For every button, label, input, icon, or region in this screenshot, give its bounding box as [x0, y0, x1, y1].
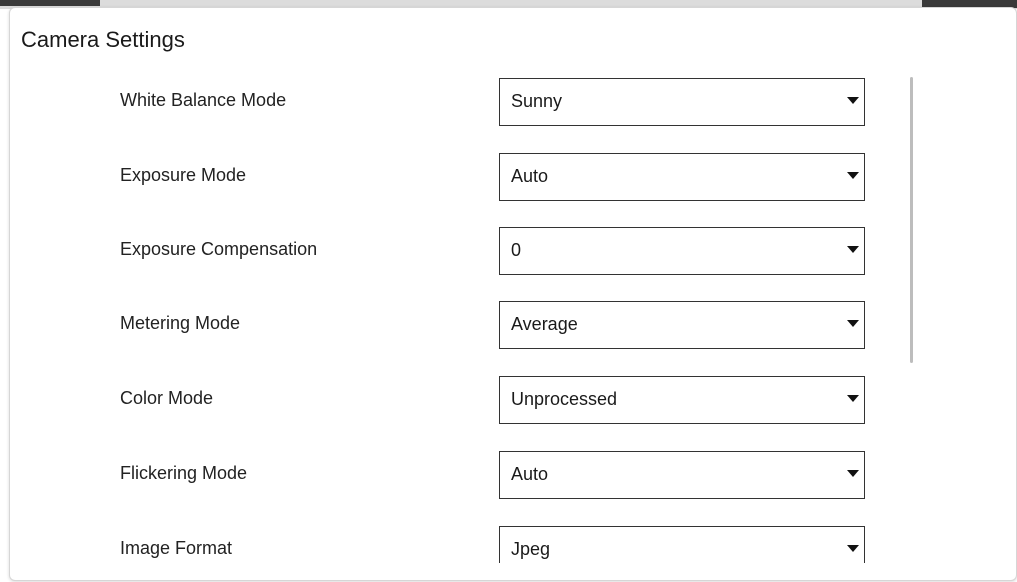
caret-down-icon [847, 97, 859, 104]
caret-down-icon [847, 246, 859, 253]
exposure-mode-select[interactable]: Auto [499, 153, 865, 201]
setting-label-white-balance-mode: White Balance Mode [120, 90, 287, 110]
flickering-mode-value: Auto [511, 464, 549, 484]
caret-down-icon [847, 395, 859, 402]
metering-mode-select[interactable]: Average [499, 301, 865, 349]
setting-label-exposure-mode: Exposure Mode [120, 165, 247, 185]
image-format-select[interactable]: Jpeg [499, 526, 865, 563]
white-balance-mode-value: Sunny [511, 91, 563, 111]
caret-down-icon [847, 470, 859, 477]
setting-label-flickering-mode: Flickering Mode [120, 463, 248, 483]
camera-settings-dialog: Camera Settings White Balance Mode Sunny… [9, 7, 1017, 581]
setting-label-image-format: Image Format [120, 538, 233, 558]
setting-label-color-mode: Color Mode [120, 388, 214, 408]
setting-row-metering-mode: Metering Mode Average [10, 301, 910, 351]
caret-down-icon [847, 545, 859, 552]
exposure-compensation-value: 0 [511, 240, 522, 260]
setting-row-image-format: Image Format Jpeg [10, 526, 910, 563]
caret-down-icon [847, 320, 859, 327]
exposure-compensation-select[interactable]: 0 [499, 227, 865, 275]
setting-row-white-balance-mode: White Balance Mode Sunny [10, 78, 910, 128]
color-mode-select[interactable]: Unprocessed [499, 376, 865, 424]
setting-row-exposure-compensation: Exposure Compensation 0 [10, 227, 910, 277]
setting-row-flickering-mode: Flickering Mode Auto [10, 451, 910, 501]
settings-list: White Balance Mode Sunny Exposure Mode A… [10, 78, 910, 563]
setting-row-exposure-mode: Exposure Mode Auto [10, 153, 910, 203]
camera-settings-window: Camera Settings White Balance Mode Sunny… [0, 0, 1017, 582]
settings-scrollbar[interactable] [910, 77, 913, 363]
setting-label-exposure-compensation: Exposure Compensation [120, 239, 318, 259]
exposure-mode-value: Auto [511, 166, 549, 186]
top-strip-dark-left [0, 0, 100, 6]
metering-mode-value: Average [511, 314, 578, 334]
flickering-mode-select[interactable]: Auto [499, 451, 865, 499]
caret-down-icon [847, 172, 859, 179]
setting-label-metering-mode: Metering Mode [120, 313, 241, 333]
dialog-title: Camera Settings [21, 27, 185, 52]
image-format-value: Jpeg [511, 539, 551, 559]
white-balance-mode-select[interactable]: Sunny [499, 78, 865, 126]
setting-row-color-mode: Color Mode Unprocessed [10, 376, 910, 426]
color-mode-value: Unprocessed [511, 389, 618, 409]
